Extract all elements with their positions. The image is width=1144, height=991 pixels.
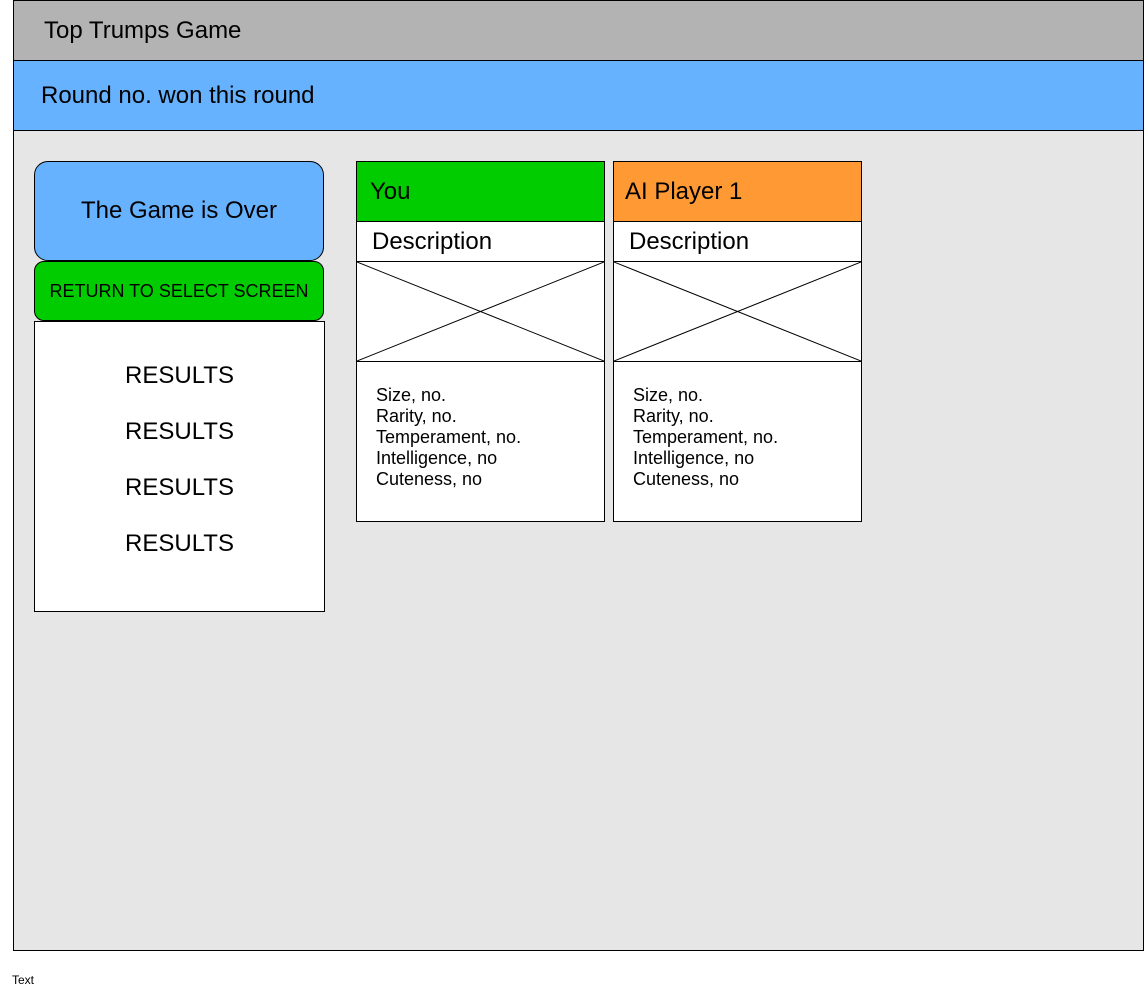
stat-temperament: Temperament, no. bbox=[633, 427, 779, 447]
card-stats: Size, no. Rarity, no. Temperament, no. I… bbox=[614, 362, 861, 490]
return-to-select-button[interactable]: RETURN TO SELECT SCREEN bbox=[34, 261, 324, 321]
player-card-ai-1: AI Player 1 Description Size, no. Rarity… bbox=[613, 161, 862, 522]
game-window: Top Trumps Game Round no. won this round… bbox=[13, 0, 1144, 951]
result-line: RESULTS bbox=[125, 418, 234, 445]
card-player-name: AI Player 1 bbox=[614, 162, 861, 222]
results-panel: RESULTS RESULTS RESULTS RESULTS bbox=[34, 321, 325, 612]
stat-rarity: Rarity, no. bbox=[376, 406, 457, 426]
card-player-name: You bbox=[357, 162, 604, 222]
game-over-banner: The Game is Over bbox=[34, 161, 324, 261]
card-description: Description bbox=[614, 222, 861, 262]
stat-intelligence: Intelligence, no bbox=[633, 448, 755, 468]
stat-cuteness: Cuteness, no bbox=[376, 469, 483, 489]
card-image-placeholder bbox=[614, 262, 861, 362]
card-stats: Size, no. Rarity, no. Temperament, no. I… bbox=[357, 362, 604, 490]
result-line: RESULTS bbox=[125, 474, 234, 501]
stat-rarity: Rarity, no. bbox=[633, 406, 714, 426]
stat-size: Size, no. bbox=[633, 385, 704, 405]
card-image-placeholder bbox=[357, 262, 604, 362]
round-status-bar: Round no. won this round bbox=[14, 61, 1143, 131]
stat-intelligence: Intelligence, no bbox=[376, 448, 498, 468]
result-line: RESULTS bbox=[125, 530, 234, 557]
stat-size: Size, no. bbox=[376, 385, 447, 405]
image-placeholder-icon bbox=[357, 262, 604, 361]
game-over-text: The Game is Over bbox=[80, 197, 278, 224]
footer-text: Text bbox=[12, 973, 35, 987]
result-line: RESULTS bbox=[125, 362, 234, 389]
return-button-label: RETURN TO SELECT SCREEN bbox=[49, 280, 309, 301]
stat-temperament: Temperament, no. bbox=[376, 427, 522, 447]
app-title: Top Trumps Game bbox=[44, 17, 242, 44]
round-status-text: Round no. won this round bbox=[41, 82, 315, 109]
title-bar: Top Trumps Game bbox=[14, 1, 1143, 61]
image-placeholder-icon bbox=[614, 262, 861, 361]
card-description: Description bbox=[357, 222, 604, 262]
player-card-you: You Description Size, no. Rarity, no. Te… bbox=[356, 161, 605, 522]
stat-cuteness: Cuteness, no bbox=[633, 469, 740, 489]
